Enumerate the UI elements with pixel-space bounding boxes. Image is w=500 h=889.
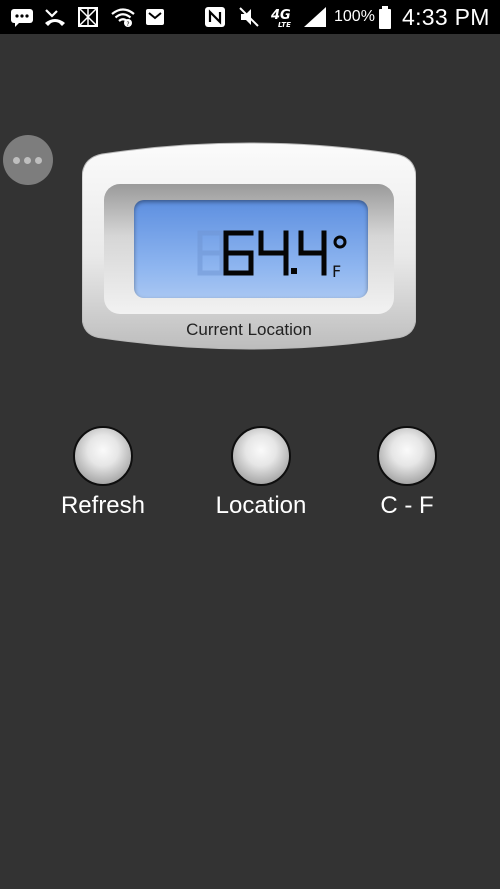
4g-lte-icon: 4G LTE	[270, 6, 298, 28]
nfc-icon	[204, 6, 226, 28]
message-icon	[10, 6, 33, 28]
thermometer-display: F Current Location	[82, 138, 416, 354]
wifi-icon: ?	[111, 6, 135, 28]
app-screen: F Current Location Refresh Location C - …	[0, 34, 500, 889]
signal-icon	[302, 6, 328, 28]
location-button[interactable]	[231, 426, 291, 486]
location-label: Current Location	[186, 320, 312, 339]
gallery-icon	[77, 6, 99, 28]
temperature-unit: F	[332, 262, 342, 281]
location-label-btn: Location	[215, 492, 307, 519]
menu-dot	[24, 157, 31, 164]
unit-toggle-button[interactable]	[377, 426, 437, 486]
status-bar: ? 4G LTE 100% 4:33 PM	[0, 0, 500, 34]
menu-dot	[13, 157, 20, 164]
location-control: Location	[196, 426, 326, 520]
svg-text:?: ?	[126, 21, 129, 28]
refresh-control: Refresh	[38, 426, 168, 520]
unit-toggle-label: C - F	[380, 492, 434, 519]
overflow-menu-button[interactable]	[3, 135, 53, 185]
lcd-screen	[134, 200, 368, 298]
unit-toggle-control: C - F	[342, 426, 472, 520]
menu-dot	[35, 157, 42, 164]
clock: 4:33 PM	[402, 4, 490, 30]
battery-icon	[378, 6, 392, 29]
refresh-button[interactable]	[73, 426, 133, 486]
temperature-digits	[197, 230, 347, 276]
mute-icon	[238, 6, 260, 28]
missed-call-icon	[43, 6, 65, 28]
refresh-label: Refresh	[60, 492, 146, 519]
battery-percent: 100%	[334, 8, 375, 25]
svg-text:LTE: LTE	[278, 21, 291, 28]
email-icon	[144, 6, 166, 28]
